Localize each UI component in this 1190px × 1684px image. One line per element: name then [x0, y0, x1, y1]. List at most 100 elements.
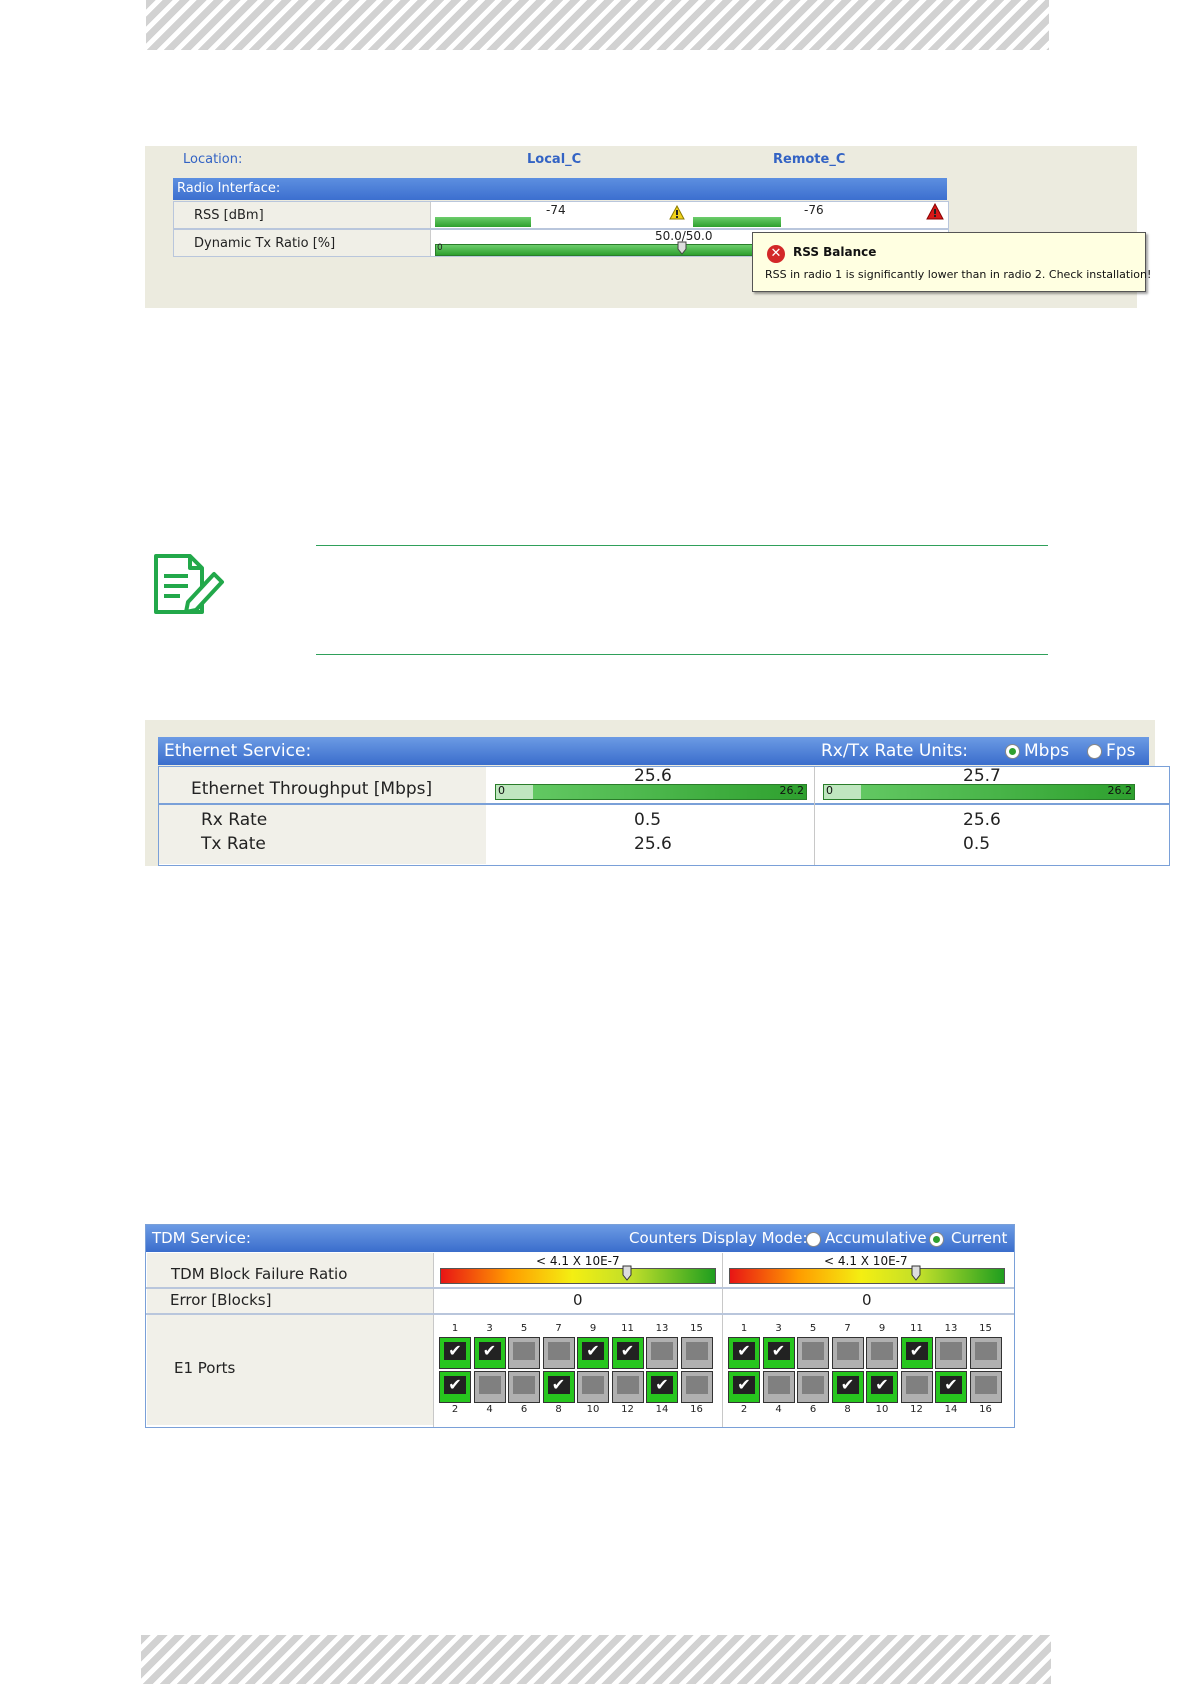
local-port-number: 16 — [690, 1404, 703, 1415]
local-port-number: 14 — [655, 1404, 669, 1415]
port-icon — [802, 1342, 824, 1360]
footer-hatch-band — [141, 1635, 1051, 1684]
remote-e1-port-13[interactable] — [935, 1337, 967, 1369]
check-icon: ✔ — [733, 1376, 755, 1394]
remote-e1-port-3[interactable]: ✔ — [762, 1337, 795, 1369]
ethernet-service-title: Ethernet Service: — [164, 741, 312, 761]
local-e1-port-1[interactable]: ✔ — [439, 1337, 471, 1369]
remote-port-number: 14 — [944, 1404, 958, 1415]
remote-e1-port-10[interactable]: ✔ — [866, 1371, 898, 1403]
rx-rate-label: Rx Rate — [201, 810, 268, 830]
mode-current-radio[interactable] — [929, 1232, 944, 1247]
remote-throughput-bar: 0 26.2 — [823, 784, 1135, 800]
remote-e1-port-9[interactable] — [866, 1337, 898, 1369]
remote-e1-port-8[interactable]: ✔ — [831, 1371, 864, 1403]
remote-port-number: 3 — [775, 1323, 782, 1334]
local-e1-port-13[interactable] — [646, 1337, 678, 1369]
port-icon — [547, 1342, 570, 1360]
mode-current-label[interactable]: Current — [951, 1225, 1007, 1252]
port-icon — [974, 1342, 997, 1360]
local-port-number: 3 — [486, 1323, 493, 1334]
rss-label: RSS [dBm] — [194, 208, 264, 223]
remote-e1-port-7[interactable] — [831, 1337, 864, 1369]
unit-mbps-label[interactable]: Mbps — [1024, 737, 1069, 765]
remote-port-number: 9 — [878, 1323, 886, 1334]
port-icon — [478, 1376, 501, 1394]
mode-accumulative-radio[interactable] — [806, 1232, 821, 1247]
local-port-number: 12 — [621, 1404, 634, 1415]
tx-ratio-label: Dynamic Tx Ratio [%] — [194, 236, 336, 251]
remote-e1-port-4[interactable] — [762, 1371, 795, 1403]
tx-ratio-slider-handle[interactable] — [677, 241, 687, 255]
local-e1-port-12[interactable] — [611, 1371, 644, 1403]
rss-row: RSS [dBm] -74 -76 — [173, 201, 949, 229]
ethernet-table: Ethernet Throughput [Mbps] 25.6 0 26.2 2… — [158, 766, 1170, 866]
local-e1-port-14[interactable]: ✔ — [646, 1371, 678, 1403]
local-e1-port-4[interactable] — [473, 1371, 506, 1403]
unit-mbps-radio[interactable] — [1005, 744, 1020, 759]
port-icon — [905, 1376, 928, 1394]
warning-icon — [669, 205, 685, 220]
local-e1-port-16[interactable] — [680, 1371, 713, 1403]
local-e1-port-5[interactable] — [508, 1337, 540, 1369]
local-port-number: 7 — [555, 1323, 562, 1334]
mode-accumulative-label[interactable]: Accumulative — [825, 1225, 927, 1252]
remote-e1-port-15[interactable] — [969, 1337, 1002, 1369]
tx-ratio-bar-min: 0 — [437, 243, 443, 253]
tdm-col2-divider — [722, 1253, 723, 1427]
local-e1-port-7[interactable] — [542, 1337, 575, 1369]
local-e1-port-2[interactable]: ✔ — [439, 1371, 471, 1403]
remote-port-number: 5 — [809, 1323, 817, 1334]
check-icon: ✔ — [444, 1376, 466, 1394]
port-icon — [767, 1376, 790, 1394]
check-icon: ✔ — [905, 1342, 928, 1360]
remote-e1-port-16[interactable] — [969, 1371, 1002, 1403]
remote-bfr-gradient — [729, 1268, 1005, 1284]
remote-e1-port-5[interactable] — [797, 1337, 829, 1369]
port-icon — [802, 1376, 824, 1394]
check-icon: ✔ — [582, 1342, 604, 1360]
local-bar-max: 26.2 — [779, 784, 805, 797]
remote-e1-port-2[interactable]: ✔ — [728, 1371, 760, 1403]
local-e1-port-6[interactable] — [508, 1371, 540, 1403]
remote-port-number: 8 — [844, 1404, 851, 1415]
remote-e1-port-11[interactable]: ✔ — [900, 1337, 933, 1369]
rss-remote-bar — [693, 217, 781, 227]
local-port-number: 15 — [690, 1323, 703, 1334]
local-e1-port-3[interactable]: ✔ — [473, 1337, 506, 1369]
local-e1-port-11[interactable]: ✔ — [611, 1337, 644, 1369]
unit-fps-radio[interactable] — [1087, 744, 1102, 759]
remote-port-number: 6 — [809, 1404, 817, 1415]
radio-interface-header: Radio Interface: — [173, 178, 947, 200]
local-e1-port-9[interactable]: ✔ — [577, 1337, 609, 1369]
unit-fps-label[interactable]: Fps — [1106, 737, 1135, 765]
local-e1-port-10[interactable] — [577, 1371, 609, 1403]
local-site-name: Local_C — [527, 152, 582, 167]
ethernet-service-header: Ethernet Service: Rx/Tx Rate Units: Mbps… — [158, 737, 1149, 765]
local-port-number: 8 — [555, 1404, 562, 1415]
tdm-service-title: TDM Service: — [152, 1229, 251, 1247]
remote-e1-port-14[interactable]: ✔ — [935, 1371, 967, 1403]
tdm-service-header: TDM Service: Counters Display Mode: Accu… — [146, 1225, 1014, 1252]
remote-bar-min: 0 — [826, 784, 833, 797]
remote-bfr-value: < 4.1 X 10E-7 — [824, 1254, 908, 1268]
rate-units-label: Rx/Tx Rate Units: — [821, 741, 969, 761]
remote-throughput-value: 25.7 — [963, 766, 1001, 786]
rss-balance-tooltip: ✕ RSS Balance RSS in radio 1 is signific… — [752, 232, 1151, 292]
tooltip-message: RSS in radio 1 is significantly lower th… — [765, 268, 1152, 281]
local-port-number: 10 — [586, 1404, 600, 1415]
port-icon — [940, 1342, 962, 1360]
local-e1-port-8[interactable]: ✔ — [542, 1371, 575, 1403]
local-e1-port-15[interactable] — [680, 1337, 713, 1369]
remote-e1-port-1[interactable]: ✔ — [728, 1337, 760, 1369]
error-blocks-label: Error [Blocks] — [170, 1291, 272, 1309]
remote-bfr-marker — [911, 1265, 921, 1281]
local-throughput-bar: 0 26.2 — [495, 784, 807, 800]
remote-port-number: 15 — [979, 1323, 992, 1334]
port-icon — [513, 1376, 535, 1394]
check-icon: ✔ — [651, 1376, 673, 1394]
remote-e1-port-12[interactable] — [900, 1371, 933, 1403]
check-icon: ✔ — [767, 1342, 790, 1360]
remote-e1-port-6[interactable] — [797, 1371, 829, 1403]
local-port-number: 1 — [451, 1323, 459, 1334]
